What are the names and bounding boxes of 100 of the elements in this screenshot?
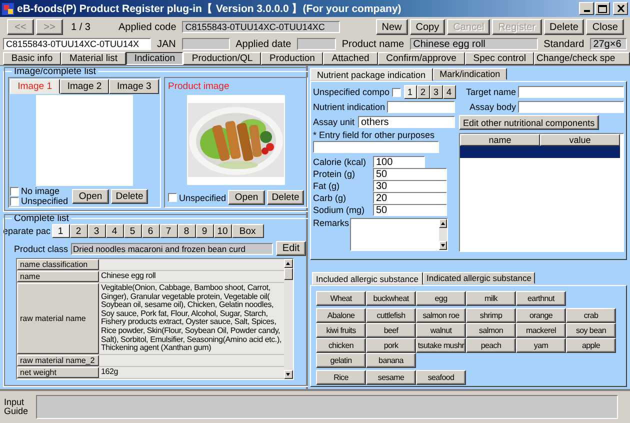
allergen-button[interactable]: milk: [466, 291, 516, 306]
checkbox[interactable]: [168, 193, 177, 202]
image-tab[interactable]: Image 2: [60, 79, 110, 94]
component-tab[interactable]: 1: [404, 85, 417, 99]
pack-tab[interactable]: Box: [232, 224, 264, 238]
pack-tab[interactable]: 10: [214, 224, 232, 238]
standard-field[interactable]: 27g×6: [590, 38, 628, 50]
code-field[interactable]: C8155843-0TUU14XC-0TUU14X: [3, 38, 151, 50]
tab[interactable]: Spec control: [464, 52, 534, 65]
tab[interactable]: Confirm/approve: [378, 52, 465, 65]
assay-body-field[interactable]: [518, 101, 624, 113]
allergen-button[interactable]: orange: [516, 308, 566, 323]
tab[interactable]: Indication: [126, 52, 184, 65]
pack-tab[interactable]: 7: [160, 224, 178, 238]
toolbar-button[interactable]: Copy: [410, 19, 446, 35]
allergen-button[interactable]: salmon roe: [416, 308, 466, 323]
edit-button[interactable]: Edit: [276, 241, 306, 256]
allergen-button[interactable]: sesame: [366, 370, 416, 385]
allergen-button[interactable]: crab: [566, 308, 616, 323]
pack-tab[interactable]: 1: [52, 224, 70, 238]
applied-date-field[interactable]: [297, 38, 336, 50]
delete-button[interactable]: Delete: [267, 190, 304, 205]
nutrient-indication-field[interactable]: [387, 101, 455, 113]
allergen-button[interactable]: peach: [466, 338, 516, 353]
pack-tab[interactable]: 9: [196, 224, 214, 238]
allergen-button[interactable]: banana: [366, 353, 416, 368]
other-purposes-field[interactable]: [313, 141, 439, 153]
allergen-button[interactable]: pork: [366, 338, 416, 353]
delete-button[interactable]: Delete: [111, 188, 148, 204]
allergen-button[interactable]: buckwheat: [366, 291, 416, 306]
allergen-button[interactable]: shrimp: [466, 308, 516, 323]
allergen-button[interactable]: Rice: [316, 370, 366, 385]
allergen-button[interactable]: Wheat: [316, 291, 366, 306]
tab[interactable]: Change/check spe: [534, 52, 630, 65]
tab[interactable]: Nutrient package indication: [310, 68, 433, 81]
allergen-button[interactable]: seafood: [416, 370, 466, 385]
component-tab[interactable]: 4: [442, 85, 456, 99]
pack-tab[interactable]: 2: [70, 224, 88, 238]
value-field[interactable]: 50: [373, 168, 447, 180]
checkbox[interactable]: [10, 196, 19, 206]
pack-tab[interactable]: 5: [124, 224, 142, 238]
value-field[interactable]: 100: [373, 156, 425, 168]
toolbar-button[interactable]: Delete: [544, 19, 584, 35]
allergen-button[interactable]: cuttlefish: [366, 308, 416, 323]
allergen-button[interactable]: earthnut: [516, 291, 566, 306]
assay-unit-field[interactable]: others: [358, 116, 455, 128]
maximize-button[interactable]: [595, 2, 610, 15]
tab[interactable]: Indicated allergic substance: [422, 272, 536, 284]
allergen-button[interactable]: egg: [416, 291, 466, 306]
allergen-button[interactable]: apple: [566, 338, 616, 353]
edit-components-button[interactable]: Edit other nutritional components: [459, 115, 599, 130]
value-field[interactable]: 50: [373, 204, 447, 216]
pack-tab[interactable]: 8: [178, 224, 196, 238]
allergen-button[interactable]: yam: [516, 338, 566, 353]
field-label: Assay unit: [313, 117, 356, 127]
field-label: Unspecified compo: [313, 87, 390, 97]
field-label: Applied date: [236, 38, 292, 50]
tab[interactable]: Material list: [61, 52, 126, 65]
value-field[interactable]: 30: [373, 180, 447, 192]
product-name-field[interactable]: Chinese egg roll: [410, 38, 538, 50]
toolbar-button[interactable]: Close: [586, 19, 624, 35]
tab[interactable]: Included allergic substance: [312, 272, 423, 285]
allergen-button[interactable]: tsutake mushr: [416, 338, 466, 353]
applied-code-field[interactable]: C8155843-0TUU14XC-0TUU14XC: [182, 21, 340, 33]
pack-tab[interactable]: 6: [142, 224, 160, 238]
checkbox[interactable]: [392, 88, 401, 96]
allergen-button[interactable]: gelatin: [316, 353, 366, 368]
allergen-button[interactable]: salmon: [466, 323, 516, 338]
column-header: value: [540, 134, 620, 146]
value-field[interactable]: 20: [373, 192, 447, 204]
allergen-button[interactable]: chicken: [316, 338, 366, 353]
allergen-button[interactable]: walnut: [416, 323, 466, 338]
allergen-button[interactable]: Abalone: [316, 308, 366, 323]
tab[interactable]: Production/QL: [183, 52, 262, 65]
tab[interactable]: Attached: [323, 52, 378, 65]
scrollbar[interactable]: [439, 219, 448, 250]
allergen-button[interactable]: beef: [366, 323, 416, 338]
tab[interactable]: Basic info: [3, 52, 62, 65]
product-class-field[interactable]: Dried noodles macaroni and frozen bean curd: [71, 242, 274, 254]
close-button[interactable]: [613, 2, 628, 15]
component-tab[interactable]: 3: [430, 85, 443, 99]
tab[interactable]: Mark/indication: [432, 68, 508, 80]
image-tab[interactable]: Image 3: [109, 79, 160, 94]
toolbar-button[interactable]: New: [376, 19, 408, 35]
checkbox[interactable]: [10, 186, 19, 196]
open-button[interactable]: Open: [228, 190, 266, 205]
allergen-button[interactable]: mackerel: [516, 323, 566, 338]
tab[interactable]: Production: [261, 52, 324, 65]
scrollbar[interactable]: [284, 259, 293, 379]
jan-field[interactable]: [182, 38, 230, 50]
pack-tab[interactable]: 3: [88, 224, 106, 238]
remarks-field[interactable]: [350, 218, 448, 251]
image-tab[interactable]: Image 1: [10, 79, 60, 94]
target-name-field[interactable]: [518, 86, 624, 98]
component-tab[interactable]: 2: [416, 85, 430, 99]
pack-tab[interactable]: 4: [106, 224, 124, 238]
allergen-button[interactable]: soy bean: [566, 323, 616, 338]
open-button[interactable]: Open: [72, 188, 110, 204]
minimize-button[interactable]: [579, 2, 594, 15]
allergen-button[interactable]: kiwi fruits: [316, 323, 366, 338]
